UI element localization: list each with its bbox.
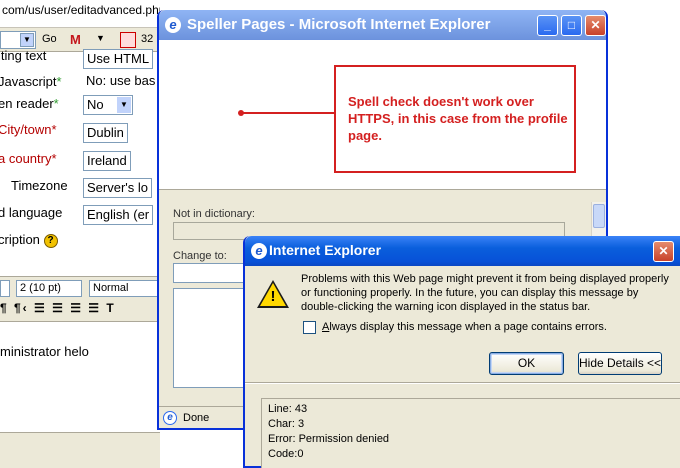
scrollbar-thumb[interactable] <box>593 204 605 228</box>
divider <box>245 382 680 384</box>
status-text: Done <box>183 412 210 424</box>
page-done-icon: e <box>163 411 177 425</box>
always-display-checkbox[interactable] <box>303 321 316 334</box>
hide-details-button[interactable]: Hide Details << <box>578 352 662 375</box>
address-bar[interactable]: com/us/user/editadvanced.php? <box>0 0 160 28</box>
editor-toolbar: 2 (10 pt) Normal ¶ ¶‹ ☰ ☰ ☰ ☰ T <box>0 276 160 322</box>
close-button[interactable]: ✕ <box>585 15 606 36</box>
change-to-label: Change to: <box>173 250 227 262</box>
ie-icon: e <box>165 17 181 33</box>
gmail-icon[interactable]: M <box>70 32 81 47</box>
annotation-text: Spell check doesn't work over HTTPS, in … <box>348 94 568 143</box>
go-button[interactable]: Go <box>42 33 57 45</box>
style-select[interactable]: Normal <box>89 280 160 297</box>
profile-form: iting text Use HTML Javascript* No: use … <box>0 48 160 432</box>
ie-error-dialog: e Internet Explorer ✕ ! Problems with th… <box>243 236 680 468</box>
font-select[interactable] <box>0 280 10 297</box>
ok-button[interactable]: OK <box>489 352 564 375</box>
screen-reader-select[interactable]: No ▼ <box>83 95 133 115</box>
chevron-down-icon[interactable]: ▼ <box>96 33 105 43</box>
form-label: iting text <box>0 48 47 63</box>
error-details: Line: 43 Char: 3 Error: Permission denie… <box>261 398 680 468</box>
not-in-dictionary-label: Not in dictionary: <box>173 208 255 220</box>
country-select[interactable]: Ireland <box>83 151 131 171</box>
form-label: Javascript* <box>0 74 62 89</box>
speller-title: Speller Pages - Microsoft Internet Explo… <box>187 16 491 33</box>
form-label: City/town* <box>0 122 57 137</box>
error-message: Problems with this Web page might preven… <box>301 273 669 313</box>
timezone-select[interactable]: Server's lo <box>83 178 153 198</box>
chevron-down-icon[interactable]: ▼ <box>20 33 34 47</box>
form-label: Timezone <box>11 178 68 193</box>
help-icon[interactable]: ? <box>43 233 58 248</box>
address-dropdown[interactable]: ▼ <box>0 31 36 49</box>
detail-error: Error: Permission denied <box>268 433 390 445</box>
annotation-connector <box>241 112 334 114</box>
form-label: d language <box>0 205 63 220</box>
annotation-callout: Spell check doesn't work over HTTPS, in … <box>334 65 576 173</box>
detail-code: Code:0 <box>268 448 304 460</box>
warning-mark: ! <box>270 288 276 305</box>
dialog-title: Internet Explorer <box>269 242 382 258</box>
popup-blocker-icon[interactable] <box>120 32 136 48</box>
detail-line: Line: 43 <box>268 403 308 415</box>
editor-content[interactable]: ministrator helo <box>0 344 89 359</box>
form-value: No: use bas <box>83 72 159 92</box>
maximize-button[interactable]: □ <box>561 15 582 36</box>
form-field[interactable]: Use HTML <box>83 49 154 69</box>
speller-titlebar[interactable]: e Speller Pages - Microsoft Internet Exp… <box>159 10 606 40</box>
language-select[interactable]: English (er <box>83 205 154 225</box>
checkbox-label[interactable]: Always display this message when a page … <box>322 321 607 333</box>
detail-char: Char: 3 <box>268 418 305 430</box>
change-to-input[interactable] <box>173 263 253 283</box>
form-label: cription ? <box>0 232 58 248</box>
format-buttons[interactable]: ¶ ¶‹ ☰ ☰ ☰ ☰ T <box>0 301 116 319</box>
form-label: a country* <box>0 151 57 166</box>
size-select[interactable]: 2 (10 pt) <box>16 280 82 297</box>
close-button[interactable]: ✕ <box>653 241 674 262</box>
minimize-button[interactable]: _ <box>537 15 558 36</box>
form-label: en reader* <box>0 96 59 111</box>
dialog-titlebar[interactable]: e Internet Explorer ✕ <box>245 236 680 266</box>
chevron-down-icon: ▼ <box>117 97 131 113</box>
browser-statusbar <box>0 432 160 468</box>
ie-icon: e <box>251 243 267 259</box>
city-input[interactable]: Dublin <box>83 123 128 143</box>
blocked-count: 32 <box>141 33 154 45</box>
suggestions-list[interactable] <box>173 288 253 388</box>
